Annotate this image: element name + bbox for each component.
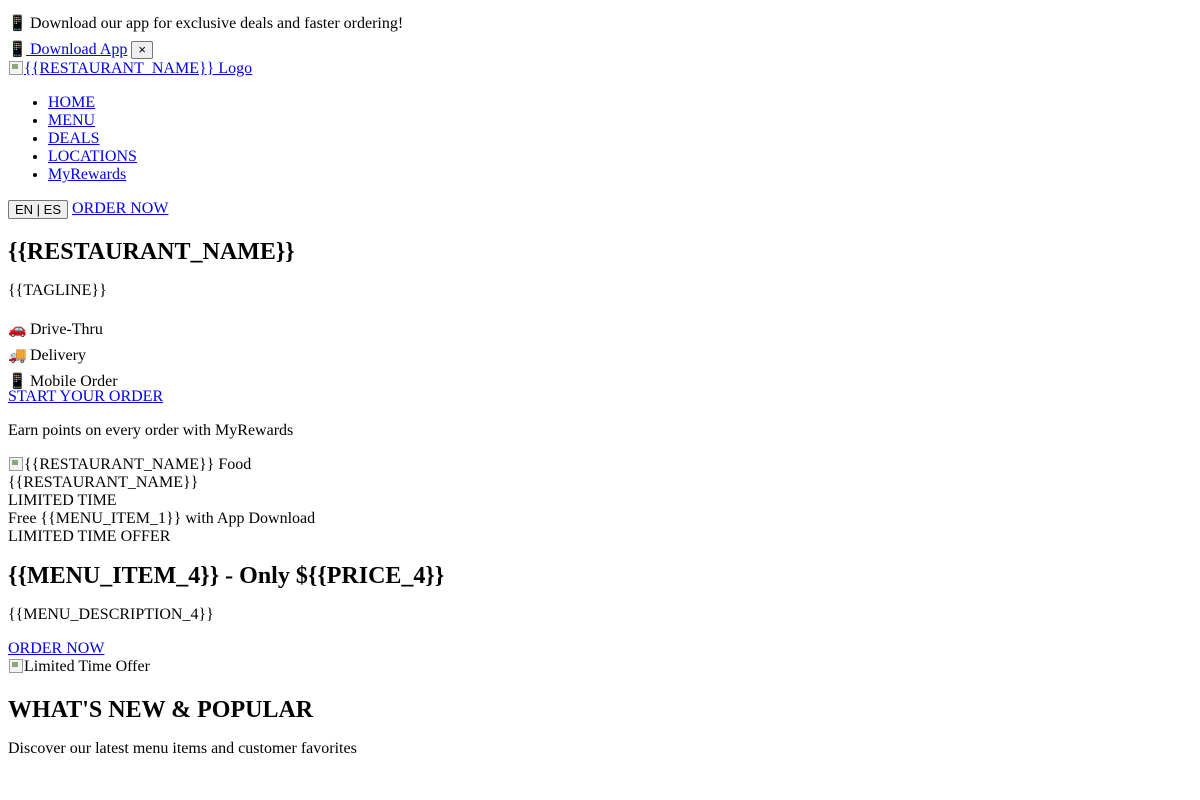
download-app-link[interactable]: 📱 Download App <box>8 40 128 58</box>
hero-title: {{RESTAURANT_NAME}} <box>8 239 295 265</box>
food-image-icon <box>8 456 24 472</box>
offer-image: Limited Time Offer <box>8 658 1192 676</box>
nav-item-home: HOME <box>48 94 1192 112</box>
promo-text: Free {{MENU_ITEM_1}} with App Download <box>8 510 316 527</box>
download-app-label: Download App <box>30 41 128 58</box>
nav-item-menu: MENU <box>48 112 1192 130</box>
hero-tagline: {{TAGLINE}} <box>8 282 107 299</box>
offer-label: LIMITED TIME OFFER <box>8 528 171 545</box>
nav-link-deals[interactable]: DEALS <box>48 130 100 147</box>
header-order-now-link[interactable]: ORDER NOW <box>72 200 168 217</box>
offer-description: {{MENU_DESCRIPTION_4}} <box>8 606 214 623</box>
car-icon: 🚗 <box>8 320 27 338</box>
app-banner-text: Download our app for exclusive deals and… <box>30 15 404 32</box>
logo-link[interactable]: {{RESTAURANT_NAME}} Logo <box>8 60 252 78</box>
delivery-truck-icon: 🚚 <box>8 346 27 364</box>
logo-image-icon <box>8 60 24 76</box>
app-banner-actions: 📱 Download App × <box>8 40 1192 60</box>
header: {{RESTAURANT_NAME}} Logo HOME MENU DEALS… <box>8 60 1192 222</box>
offer-order-now-link[interactable]: ORDER NOW <box>8 640 104 657</box>
offer-image-icon <box>8 658 24 674</box>
close-banner-button[interactable]: × <box>131 41 153 60</box>
nav-link-menu[interactable]: MENU <box>48 112 95 129</box>
nav-link-myrewards[interactable]: MyRewards <box>48 166 126 183</box>
limited-time-badge: LIMITED TIME <box>8 492 117 509</box>
mobile-phone-icon: 📱 <box>8 40 27 58</box>
app-banner-message: 📱 Download our app for exclusive deals a… <box>8 14 1192 32</box>
logo-alt-text: {{RESTAURANT_NAME}} Logo <box>24 60 253 77</box>
language-toggle-button[interactable]: EN | ES <box>8 200 69 219</box>
feature-mobile-order: 📱 Mobile Order <box>8 368 1192 390</box>
main-nav: HOME MENU DEALS LOCATIONS MyRewards <box>8 94 1192 184</box>
feature-delivery: 🚚 Delivery <box>8 342 1192 368</box>
hero-image-caption: {{RESTAURANT_NAME}} <box>8 474 199 491</box>
nav-link-locations[interactable]: LOCATIONS <box>48 148 137 165</box>
rewards-text: Earn points on every order with MyReward… <box>8 422 294 439</box>
feature-label: Delivery <box>30 347 86 364</box>
nav-item-deals: DEALS <box>48 130 1192 148</box>
hero-image: {{RESTAURANT_NAME}} Food <box>8 456 1192 474</box>
hero-image-alt: {{RESTAURANT_NAME}} Food <box>24 456 252 473</box>
app-banner: 📱 Download our app for exclusive deals a… <box>8 14 1192 60</box>
service-features: 🚗 Drive-Thru 🚚 Delivery 📱 Mobile Order <box>8 316 1192 390</box>
nav-link-home[interactable]: HOME <box>48 94 95 111</box>
popular-title: WHAT'S NEW & POPULAR <box>8 697 314 723</box>
start-order-link[interactable]: START YOUR ORDER <box>8 388 163 405</box>
feature-label: Drive-Thru <box>30 321 103 338</box>
offer-section: LIMITED TIME OFFER {{MENU_ITEM_4}} - Onl… <box>8 528 1192 676</box>
offer-image-alt: Limited Time Offer <box>24 658 150 675</box>
nav-item-locations: LOCATIONS <box>48 148 1192 166</box>
hero-section: {{RESTAURANT_NAME}} {{TAGLINE}} 🚗 Drive-… <box>8 238 1192 528</box>
popular-section: WHAT'S NEW & POPULAR Discover our latest… <box>8 696 1192 758</box>
nav-item-myrewards: MyRewards <box>48 166 1192 184</box>
mobile-phone-icon: 📱 <box>8 14 27 32</box>
offer-title: {{MENU_ITEM_4}} - Only ${{PRICE_4}} <box>8 563 445 589</box>
popular-subtitle: Discover our latest menu items and custo… <box>8 740 357 757</box>
header-controls: EN | ES ORDER NOW <box>8 200 1192 222</box>
feature-drive-thru: 🚗 Drive-Thru <box>8 316 1192 342</box>
